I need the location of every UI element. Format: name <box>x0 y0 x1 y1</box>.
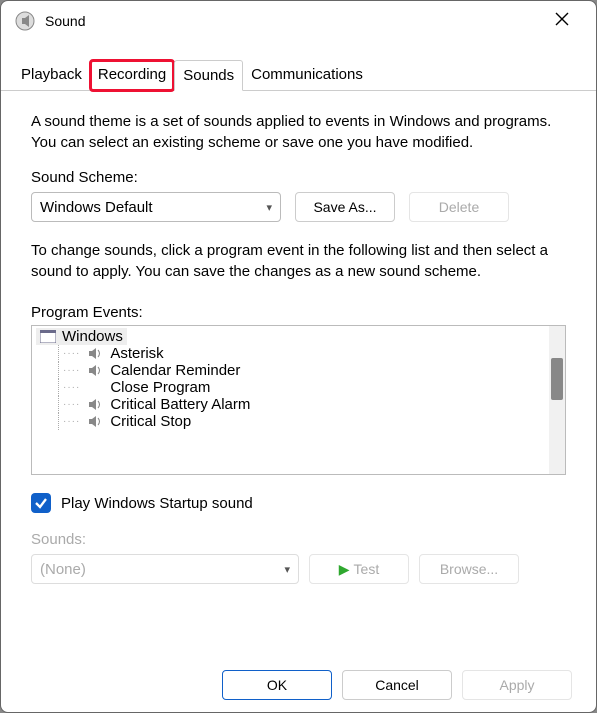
chevron-down-icon: ▾ <box>284 563 290 576</box>
scheme-dropdown[interactable]: Windows Default ▾ <box>31 192 281 222</box>
tree-connector: ···· <box>63 399 80 410</box>
window-title: Sound <box>45 13 542 29</box>
tree-root-windows[interactable]: Windows <box>36 328 127 345</box>
events-label: Program Events: <box>31 304 566 321</box>
windows-icon <box>40 330 56 343</box>
play-icon: ▶ <box>339 561 350 577</box>
apply-button: Apply <box>462 670 572 700</box>
intro-text: A sound theme is a set of sounds applied… <box>31 111 566 153</box>
scrollbar[interactable] <box>549 326 565 474</box>
startup-sound-checkbox[interactable] <box>31 493 51 513</box>
delete-button: Delete <box>409 192 509 222</box>
speaker-icon <box>88 398 104 411</box>
scheme-selected: Windows Default <box>40 199 153 216</box>
tree-item[interactable]: ···· Asterisk <box>58 345 561 362</box>
tree-item[interactable]: ···· Critical Stop <box>58 413 561 430</box>
change-hint-text: To change sounds, click a program event … <box>31 240 566 282</box>
tree-item-label: Critical Stop <box>110 413 191 430</box>
tree-connector: ···· <box>63 416 80 427</box>
sounds-dropdown: (None) ▾ <box>31 554 299 584</box>
scheme-label: Sound Scheme: <box>31 169 566 186</box>
speaker-icon <box>88 347 104 360</box>
ok-button[interactable]: OK <box>222 670 332 700</box>
tab-content: A sound theme is a set of sounds applied… <box>1 91 596 594</box>
speaker-icon <box>88 364 104 377</box>
tree-item-label: Calendar Reminder <box>110 362 240 379</box>
tree-connector: ···· <box>63 365 80 376</box>
tree-connector: ···· <box>63 348 80 359</box>
cancel-button[interactable]: Cancel <box>342 670 452 700</box>
tree-item-label: Asterisk <box>110 345 163 362</box>
tree-connector: ···· <box>63 382 80 393</box>
tab-sounds[interactable]: Sounds <box>174 60 243 91</box>
tab-bar: Playback Recording Sounds Communications <box>1 59 596 91</box>
chevron-down-icon: ▾ <box>266 201 272 214</box>
dialog-footer: OK Cancel Apply <box>222 670 572 700</box>
tree-item[interactable]: ···· Critical Battery Alarm <box>58 396 561 413</box>
speaker-icon <box>88 415 104 428</box>
tree-root-label: Windows <box>62 328 123 345</box>
close-button[interactable] <box>542 11 582 32</box>
sounds-label: Sounds: <box>31 531 566 548</box>
tab-playback[interactable]: Playback <box>13 60 90 91</box>
tree-item[interactable]: ···· Calendar Reminder <box>58 362 561 379</box>
tree-item-label: Close Program <box>110 379 210 396</box>
startup-sound-label: Play Windows Startup sound <box>61 495 253 512</box>
sound-dialog: Sound Playback Recording Sounds Communic… <box>0 0 597 713</box>
tab-communications[interactable]: Communications <box>243 60 371 91</box>
events-listbox[interactable]: Windows ···· Asterisk ···· Calendar Reminde… <box>31 325 566 475</box>
titlebar: Sound <box>1 1 596 41</box>
save-as-button[interactable]: Save As... <box>295 192 395 222</box>
tree-item-label: Critical Battery Alarm <box>110 396 250 413</box>
sounds-selected: (None) <box>40 561 86 578</box>
tree-item[interactable]: ···· Close Program <box>58 379 561 396</box>
tab-recording[interactable]: Recording <box>90 60 174 91</box>
test-button: ▶Test <box>309 554 409 584</box>
sound-icon <box>15 11 35 31</box>
browse-button: Browse... <box>419 554 519 584</box>
scrollbar-thumb[interactable] <box>551 358 563 400</box>
